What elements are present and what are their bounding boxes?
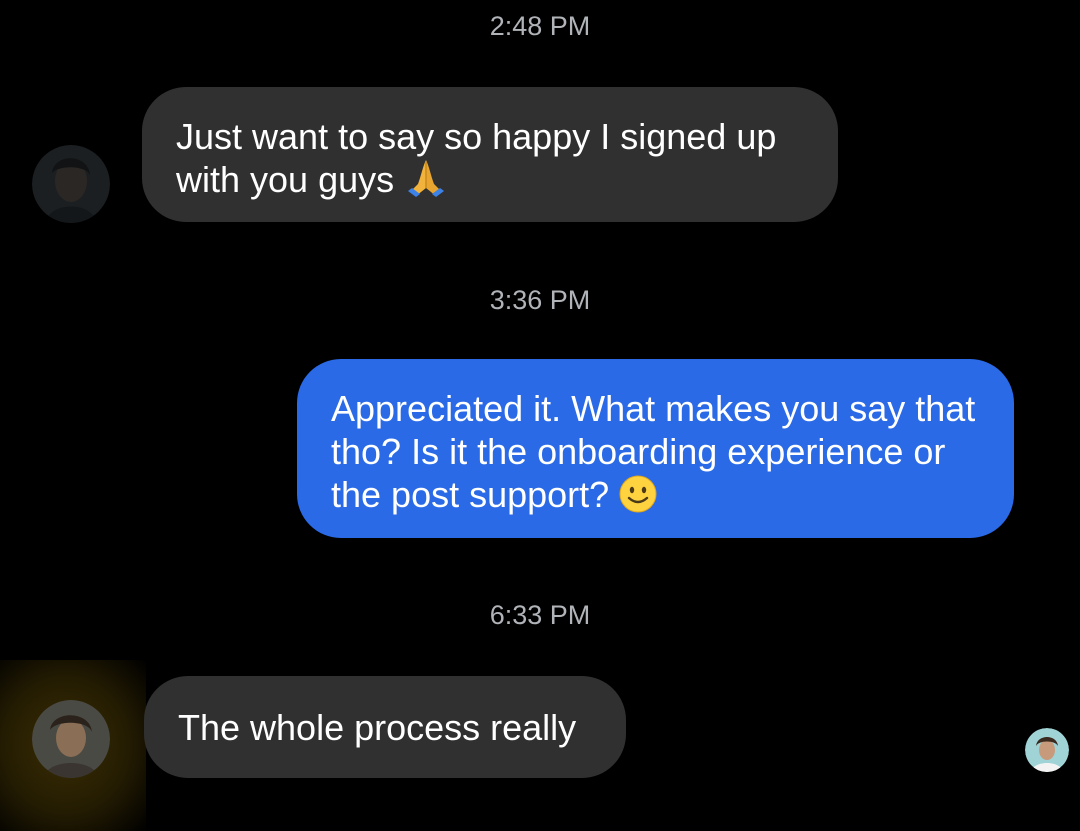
timestamp: 2:48 PM (489, 11, 591, 41)
avatar-icon (32, 700, 110, 778)
read-receipt-avatar (1025, 728, 1069, 772)
folded-hands-icon (408, 160, 445, 197)
timestamp: 6:33 PM (489, 600, 591, 630)
contact-avatar[interactable] (32, 700, 110, 778)
avatar-icon (1025, 728, 1069, 772)
message-bubble-incoming[interactable]: Just want to say so happy I signed up wi… (142, 87, 838, 222)
message-text: The whole process really (178, 707, 577, 748)
avatar-icon (32, 145, 110, 223)
contact-avatar[interactable] (32, 145, 110, 223)
message-text: Just want to say so happy I signed up wi… (176, 116, 777, 200)
smiling-face-icon (619, 475, 657, 513)
message-bubble-incoming[interactable]: The whole process really (144, 676, 626, 778)
message-bubble-outgoing[interactable]: Appreciated it. What makes you say that … (297, 359, 1014, 538)
timestamp: 3:36 PM (489, 285, 591, 315)
